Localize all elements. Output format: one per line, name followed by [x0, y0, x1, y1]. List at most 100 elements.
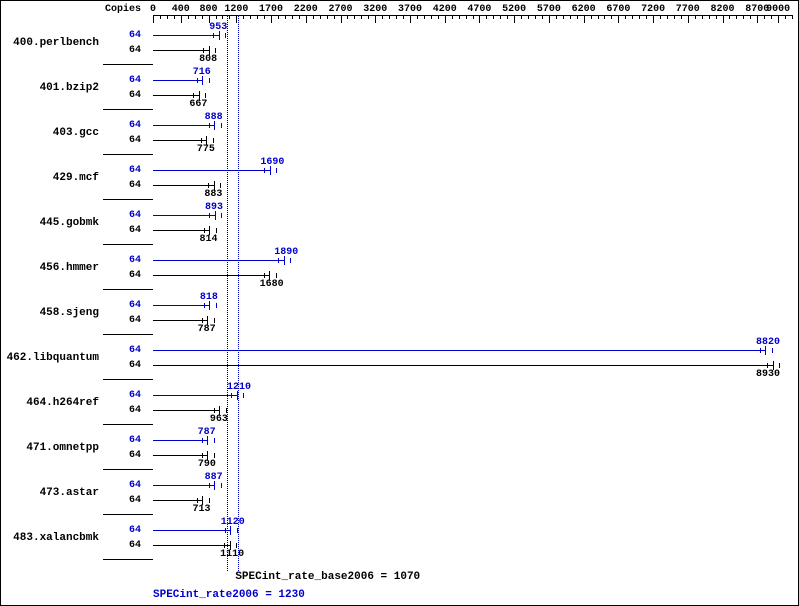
error-cap	[225, 528, 226, 533]
copies-label: 64	[125, 480, 141, 491]
tick-minor	[264, 15, 265, 19]
bar	[153, 410, 220, 411]
value-label: 893	[205, 202, 223, 213]
tick-minor	[257, 15, 258, 19]
bar	[153, 50, 209, 51]
tick-minor	[473, 15, 474, 19]
bar	[153, 35, 219, 36]
tick-label: 2700	[329, 4, 353, 15]
tick-minor	[334, 15, 335, 19]
tick-label: 1200	[224, 4, 248, 15]
tick-minor	[389, 15, 390, 19]
benchmark-name: 462.libquantum	[1, 352, 99, 364]
copies-label: 64	[125, 75, 141, 86]
tick-minor	[702, 15, 703, 19]
tick-minor	[577, 15, 578, 19]
tick-major	[479, 15, 480, 23]
value-label: 713	[193, 504, 211, 515]
bar	[153, 530, 231, 531]
bar	[153, 125, 215, 126]
tick-major	[341, 15, 342, 23]
value-label: 963	[210, 414, 228, 425]
error-cap	[216, 303, 217, 308]
tick-minor	[486, 15, 487, 19]
plot-area: 0400800120017002200270032003700420047005…	[153, 15, 792, 571]
tick-minor	[424, 15, 425, 19]
tick-minor	[493, 15, 494, 19]
tick-minor	[292, 15, 293, 19]
error-cap	[201, 138, 202, 143]
tick-minor	[598, 15, 599, 19]
error-cap	[209, 498, 210, 503]
tick-label: 9000	[766, 4, 790, 15]
error-cap	[760, 348, 761, 353]
value-label: 818	[200, 292, 218, 303]
value-label: 790	[198, 459, 216, 470]
error-cap	[213, 138, 214, 143]
copies-label: 64	[125, 255, 141, 266]
tick-minor	[736, 15, 737, 19]
bar	[153, 170, 270, 171]
error-cap	[203, 48, 204, 53]
row-separator	[103, 109, 153, 110]
error-cap	[767, 363, 768, 368]
tick-minor	[285, 15, 286, 19]
benchmark-name: 464.h264ref	[1, 397, 99, 409]
error-cap	[193, 93, 194, 98]
copies-label: 64	[125, 345, 141, 356]
value-label: 1680	[260, 279, 284, 290]
error-cap	[278, 258, 279, 263]
bar	[153, 230, 210, 231]
tick-minor	[299, 15, 300, 19]
tick-minor	[556, 15, 557, 19]
tick-minor	[646, 15, 647, 19]
tick-minor	[611, 15, 612, 19]
value-label: 1120	[221, 517, 245, 528]
tick-minor	[570, 15, 571, 19]
tick-minor	[563, 15, 564, 19]
tick-minor	[521, 15, 522, 19]
error-cap	[215, 48, 216, 53]
copies-label: 64	[125, 315, 141, 326]
copies-label: 64	[125, 270, 141, 281]
error-cap	[264, 273, 265, 278]
tick-minor	[354, 15, 355, 19]
tick-minor	[243, 15, 244, 19]
error-cap	[202, 453, 203, 458]
benchmark-name: 456.hmmer	[1, 262, 99, 274]
error-cap	[214, 318, 215, 323]
bar	[153, 305, 210, 306]
tick-major	[723, 15, 724, 23]
value-label: 787	[198, 427, 216, 438]
tick-minor	[216, 15, 217, 19]
error-cap	[202, 318, 203, 323]
tick-label: 2200	[294, 4, 318, 15]
tick-minor	[625, 15, 626, 19]
tick-minor	[222, 15, 223, 19]
tick-minor	[438, 15, 439, 19]
tick-minor	[327, 15, 328, 19]
benchmark-name: 403.gcc	[1, 127, 99, 139]
bar	[153, 440, 208, 441]
error-cap	[236, 543, 237, 548]
error-cap	[214, 408, 215, 413]
error-cap	[220, 183, 221, 188]
tick-label: 3200	[363, 4, 387, 15]
tick-minor	[320, 15, 321, 19]
copies-label: 64	[125, 360, 141, 371]
error-cap	[264, 168, 265, 173]
tick-minor	[632, 15, 633, 19]
tick-major	[445, 15, 446, 23]
error-cap	[226, 408, 227, 413]
value-label: 8930	[756, 369, 780, 380]
tick-minor	[604, 15, 605, 19]
tick-minor	[160, 15, 161, 19]
tick-minor	[667, 15, 668, 19]
tick-major	[778, 15, 779, 23]
tick-major	[375, 15, 376, 23]
tick-minor	[313, 15, 314, 19]
tick-minor	[716, 15, 717, 19]
row-separator	[103, 514, 153, 515]
error-cap	[202, 438, 203, 443]
bar	[153, 140, 207, 141]
